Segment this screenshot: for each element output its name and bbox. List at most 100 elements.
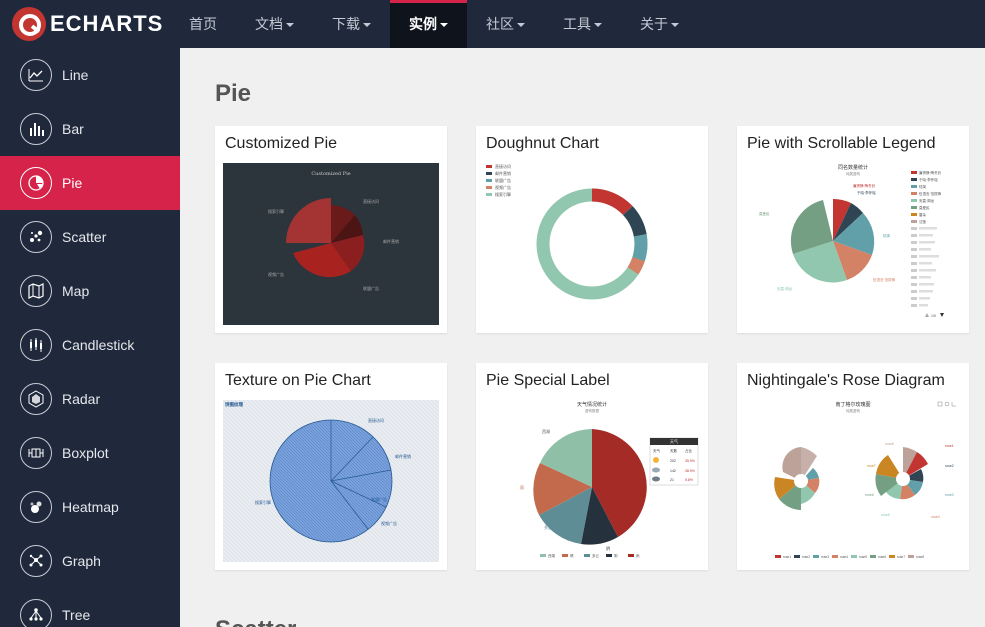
sidebar-item-line[interactable]: Line	[0, 48, 180, 102]
main-content: Pie Customized Pie Customized Pie 搜索引擎 直…	[180, 48, 985, 627]
customized-pie-chart: Customized Pie 搜索引擎 直接访问 邮件营销 联盟广告 视频广告	[223, 163, 439, 325]
sidebar-item-label: Graph	[62, 553, 101, 569]
table-header: 占比	[685, 448, 693, 453]
nav-examples[interactable]: 实例	[390, 0, 467, 48]
slice-label: 多云	[544, 524, 552, 530]
chart-subtitle: 纯属虚构	[846, 408, 860, 413]
sidebar-item-boxplot[interactable]: Boxplot	[0, 426, 180, 480]
card-title: Customized Pie	[225, 135, 338, 152]
legend-label: 雨	[636, 553, 640, 558]
rose-diagram-chart: 南丁格尔玫瑰图 纯属虚构 rose1 rose2 rose3 rose4 ros…	[745, 400, 961, 562]
sidebar-item-label: Line	[62, 67, 89, 83]
sidebar-item-tree[interactable]: Tree	[0, 588, 180, 627]
legend-label: 陆寓	[919, 184, 927, 189]
sidebar-item-candlestick[interactable]: Candlestick	[0, 318, 180, 372]
sidebar-item-map[interactable]: Map	[0, 264, 180, 318]
section-title-scatter: Scatter	[215, 616, 296, 627]
nav-about[interactable]: 关于	[621, 0, 698, 48]
chart-title: 饼图纹理	[225, 401, 243, 408]
sidebar-item-scatter[interactable]: Scatter	[0, 210, 180, 264]
nav-tools[interactable]: 工具	[544, 0, 621, 48]
slice-label: rose5	[881, 513, 890, 517]
example-card-scrollable-legend[interactable]: Pie with Scrollable Legend 同名数量统计 纯属虚构 廉…	[737, 126, 969, 333]
section-title-pie: Pie	[215, 80, 252, 107]
thumbnail-texture-pie[interactable]: 饼图纹理 直接访问 邮件营销 联盟广告 视频广告 搜索引擎	[223, 400, 439, 562]
sidebar-item-pie[interactable]: Pie	[0, 156, 180, 210]
card-title: Pie with Scrollable Legend	[747, 135, 936, 152]
slice-label: 伍语言·范振锋	[873, 277, 896, 282]
sidebar-item-bar[interactable]: Bar	[0, 102, 180, 156]
slice-label: 直接访问	[363, 198, 379, 204]
slice-label: 邮件营销	[395, 453, 411, 459]
sidebar-item-label: Radar	[62, 391, 101, 407]
example-card-customized-pie[interactable]: Customized Pie Customized Pie 搜索引擎 直接访问 …	[215, 126, 447, 333]
legend-label: 视频广告	[495, 184, 511, 190]
chart-title: 南丁格尔玫瑰图	[835, 401, 870, 408]
bar-chart-icon	[20, 113, 52, 145]
example-card-texture-pie[interactable]: Texture on Pie Chart 饼图纹理 直接访问 邮件营销 联盟广告…	[215, 363, 447, 570]
nav-docs[interactable]: 文档	[236, 0, 313, 48]
card-title: Texture on Pie Chart	[225, 372, 371, 389]
slice-label: 视频广告	[268, 271, 284, 277]
example-card-special-label[interactable]: Pie Special Label 天气情况统计 虚构数据 西湖 雨 多云 阴 …	[476, 363, 708, 570]
nav-community[interactable]: 社区	[467, 0, 544, 48]
tree-icon	[20, 599, 52, 627]
thumbnail-special-label[interactable]: 天气情况统计 虚构数据 西湖 雨 多云 阴 天气 天气 天数 占比 202 35…	[484, 400, 700, 562]
card-title: Nightingale's Rose Diagram	[747, 372, 945, 389]
slice-label: 陆寓	[883, 233, 891, 238]
boxplot-icon	[20, 437, 52, 469]
echarts-logo[interactable]: ECHARTS	[0, 0, 170, 48]
table-header: 天气	[653, 448, 661, 453]
thumbnail-rose-diagram[interactable]: 南丁格尔玫瑰图 纯属虚构 rose1 rose2 rose3 rose4 ros…	[745, 400, 961, 562]
table-cell: 21	[670, 478, 674, 482]
radar-icon	[20, 383, 52, 415]
sidebar-item-radar[interactable]: Radar	[0, 372, 180, 426]
scatter-icon	[20, 221, 52, 253]
thumbnail-scrollable-legend[interactable]: 同名数量统计 纯属虚构 廉贤静·陶冬铃 于晓·李怀瑶 陆寓 伍语言·范振锋 安嘉…	[745, 163, 961, 325]
example-card-doughnut-chart[interactable]: Doughnut Chart 直接访问 邮件营销 联盟广告 视频广告 搜索引擎	[476, 126, 708, 333]
legend-label: 多云	[592, 553, 600, 558]
echarts-logo-icon	[12, 7, 46, 41]
legend-label: rose5	[859, 555, 867, 559]
sidebar-item-label: Heatmap	[62, 499, 119, 515]
table-cell: 202	[670, 459, 676, 463]
sidebar-item-label: Bar	[62, 121, 84, 137]
chart-subtitle: 纯属虚构	[846, 171, 860, 176]
legend-label: 西湖	[548, 553, 556, 558]
sidebar-item-label: Boxplot	[62, 445, 109, 461]
slice-label: rose6	[865, 493, 874, 497]
example-card-rose-diagram[interactable]: Nightingale's Rose Diagram 南丁格尔玫瑰图 纯属虚构	[737, 363, 969, 570]
sidebar-item-heatmap[interactable]: Heatmap	[0, 480, 180, 534]
sidebar-item-graph[interactable]: Graph	[0, 534, 180, 588]
table-title: 天气	[670, 438, 678, 444]
thumbnail-customized-pie[interactable]: Customized Pie 搜索引擎 直接访问 邮件营销 联盟广告 视频广告	[223, 163, 439, 325]
nav-menu: 首页 文档 下载 实例 社区 工具 关于	[170, 0, 698, 48]
chevron-down-icon	[594, 23, 602, 27]
slice-label: 邮件营销	[383, 238, 399, 244]
cloudy-icon	[652, 467, 660, 473]
legend-label: 伍语言·范振锋	[919, 191, 942, 196]
slice-label: 阴	[606, 545, 610, 551]
nav-docs-label: 文档	[255, 16, 283, 32]
sidebar-item-label: Pie	[62, 175, 83, 191]
rain-icon	[652, 476, 660, 482]
chart-subtitle: 虚构数据	[585, 408, 599, 413]
legend-label: 阴	[614, 553, 618, 558]
slice-label: 安嘉·闻龙	[777, 286, 793, 291]
nav-download-label: 下载	[332, 16, 360, 32]
pie-chart-icon	[20, 167, 52, 199]
legend-label: 直接访问	[495, 163, 511, 169]
slice-label: 联盟广告	[363, 285, 379, 291]
legend-label: rose7	[897, 555, 905, 559]
nav-home[interactable]: 首页	[170, 0, 236, 48]
sidebar-item-label: Tree	[62, 607, 91, 623]
slice-label: 视频广告	[381, 520, 397, 526]
nav-examples-label: 实例	[409, 16, 437, 32]
legend-label: 搜索引擎	[495, 191, 511, 197]
legend-label: 安嘉·闻龙	[919, 198, 935, 203]
chart-title: 天气情况统计	[577, 401, 607, 408]
nav-download[interactable]: 下载	[313, 0, 390, 48]
table-cell: 5.8%	[685, 478, 693, 482]
logo-text: ECHARTS	[50, 11, 164, 36]
thumbnail-doughnut-chart[interactable]: 直接访问 邮件营销 联盟广告 视频广告 搜索引擎	[484, 163, 700, 325]
